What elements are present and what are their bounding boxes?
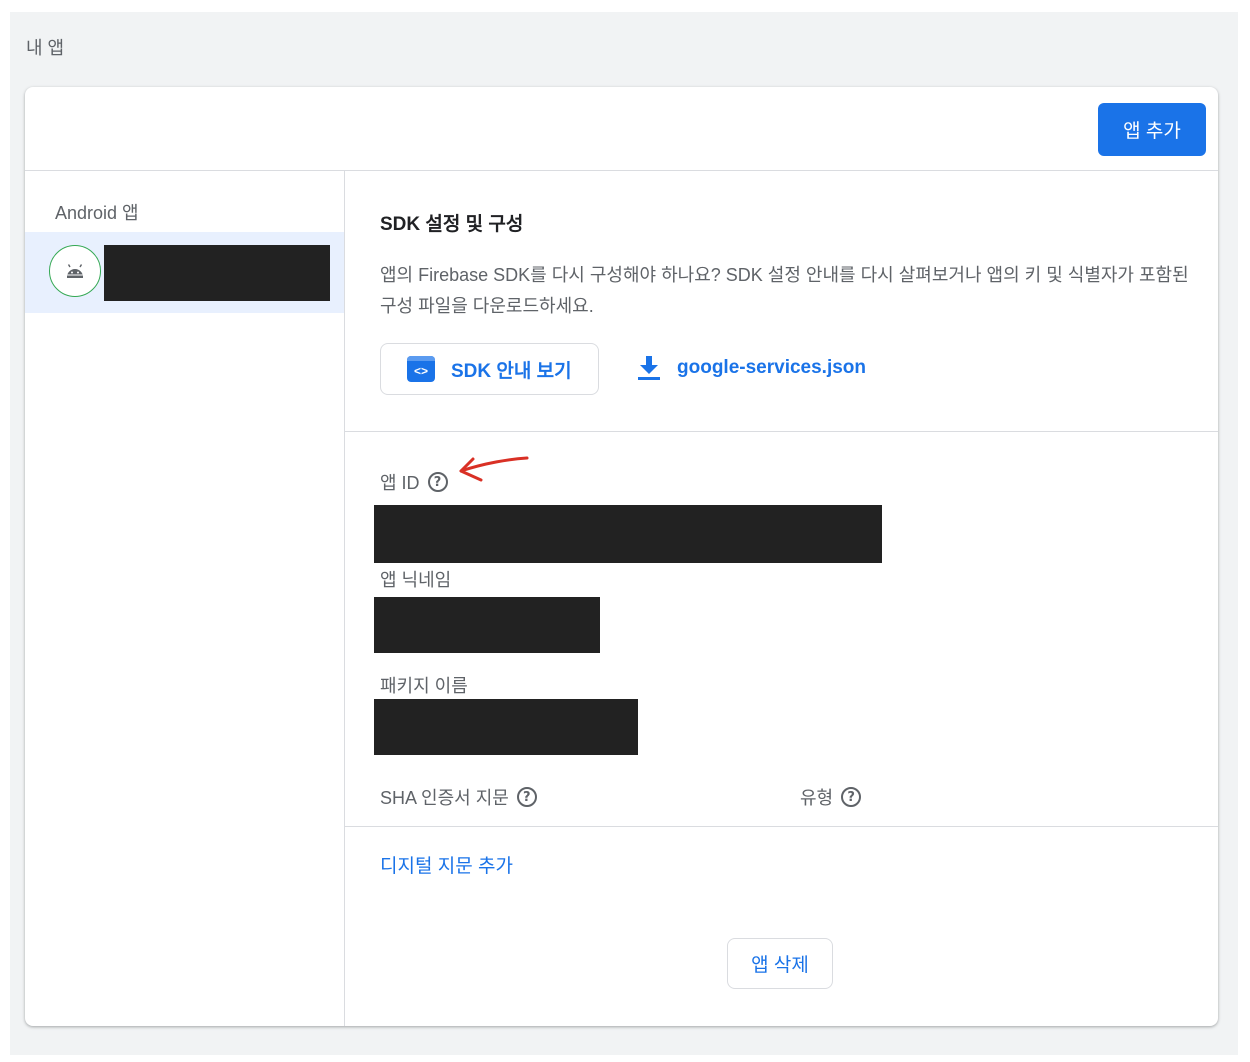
type-label: 유형 ? (800, 784, 862, 810)
download-config-link[interactable]: google-services.json (637, 343, 866, 393)
section-title: 내 앱 (26, 38, 65, 58)
app-id-label: 앱 ID ? (380, 469, 448, 495)
my-apps-page: 내 앱 앱 추가 Android 앱 SDK 설정 및 구성 앱의 Fireba… (10, 12, 1238, 1055)
help-icon[interactable]: ? (841, 787, 862, 807)
android-avatar (49, 245, 101, 297)
app-nickname-value-redacted (374, 597, 600, 653)
card-header: 앱 추가 (25, 87, 1218, 171)
package-name-value-redacted (374, 699, 638, 755)
sidebar-heading: Android 앱 (55, 203, 139, 223)
app-id-value-redacted (374, 505, 882, 563)
download-icon (638, 356, 660, 380)
sdk-description: 앱의 Firebase SDK를 다시 구성해야 하나요? SDK 설정 안내를… (380, 265, 1189, 316)
app-sidebar: Android 앱 (25, 171, 345, 1026)
section-divider (345, 431, 1218, 432)
sdk-section-title: SDK 설정 및 구성 (380, 214, 524, 235)
sha-fingerprint-label: SHA 인증서 지문 ? (380, 784, 537, 810)
download-config-label: google-services.json (677, 357, 867, 378)
sha-fingerprint-label-text: SHA 인증서 지문 (380, 788, 509, 808)
app-nickname-label: 앱 닉네임 (380, 570, 452, 590)
apps-card: 앱 추가 Android 앱 SDK 설정 및 구성 앱의 Firebase S… (25, 87, 1218, 1026)
delete-app-button[interactable]: 앱 삭제 (727, 938, 833, 989)
view-sdk-instructions-label: SDK 안내 보기 (451, 360, 572, 382)
add-app-button[interactable]: 앱 추가 (1098, 103, 1206, 156)
help-icon[interactable]: ? (427, 472, 448, 492)
app-details: SDK 설정 및 구성 앱의 Firebase SDK를 다시 구성해야 하나요… (345, 171, 1218, 1026)
app-name-redacted (104, 245, 330, 301)
help-icon[interactable]: ? (516, 787, 537, 807)
code-icon: <> (407, 356, 435, 382)
type-label-text: 유형 (800, 788, 834, 808)
add-fingerprint-link[interactable]: 디지털 지문 추가 (380, 851, 513, 878)
android-icon (67, 264, 83, 278)
package-name-label: 패키지 이름 (380, 676, 468, 696)
section-divider (345, 826, 1218, 827)
view-sdk-instructions-button[interactable]: <> SDK 안내 보기 (380, 343, 599, 395)
annotation-arrow-icon (459, 456, 529, 482)
app-id-label-text: 앱 ID (380, 473, 420, 493)
sidebar-item-android-app[interactable] (25, 232, 344, 313)
